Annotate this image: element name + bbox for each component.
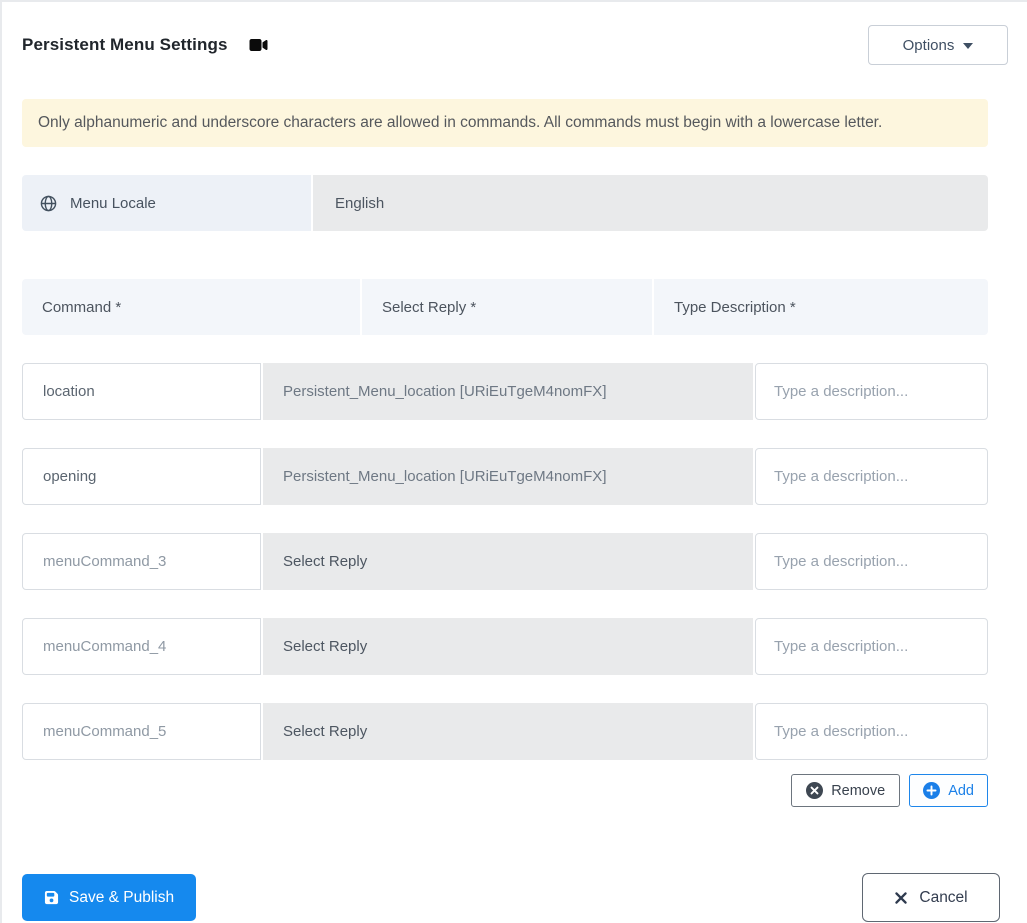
command-input[interactable] (22, 618, 261, 675)
options-button[interactable]: Options (868, 25, 1008, 65)
x-icon (894, 891, 908, 905)
description-input[interactable] (755, 703, 988, 760)
command-input[interactable] (22, 363, 261, 420)
alert-text: Only alphanumeric and underscore charact… (38, 114, 883, 131)
chevron-down-icon (963, 43, 974, 49)
remove-button[interactable]: Remove (791, 774, 901, 807)
reply-select[interactable]: Select Reply (263, 533, 753, 590)
menu-locale-label-text: Menu Locale (70, 194, 156, 212)
remove-button-label: Remove (831, 782, 886, 799)
save-publish-label: Save & Publish (69, 888, 175, 906)
footer: Save & Publish Cancel (22, 873, 1008, 922)
column-header-command: Command * (22, 279, 360, 335)
command-input[interactable] (22, 703, 261, 760)
video-camera-icon (247, 37, 270, 53)
options-button-label: Options (902, 36, 955, 54)
circle-x-icon (806, 782, 824, 799)
row-actions: Remove Add (22, 774, 988, 807)
save-icon (44, 890, 59, 905)
top-bar: Persistent Menu Settings Options (22, 24, 1008, 66)
table-row: Persistent_Menu_location [URiEuTgeM4nomF… (22, 448, 988, 505)
add-button-label: Add (948, 782, 974, 799)
command-rules-alert: Only alphanumeric and underscore charact… (22, 99, 988, 147)
persistent-menu-settings-panel: Persistent Menu Settings Options Only al… (0, 0, 1027, 923)
command-input[interactable] (22, 533, 261, 590)
column-header-type-description: Type Description * (654, 279, 988, 335)
table-row: Persistent_Menu_location [URiEuTgeM4nomF… (22, 363, 988, 420)
reply-select[interactable]: Select Reply (263, 703, 753, 760)
cancel-button-label: Cancel (919, 888, 968, 906)
save-publish-button[interactable]: Save & Publish (22, 874, 197, 921)
add-button[interactable]: Add (909, 774, 988, 807)
title-wrap: Persistent Menu Settings (22, 35, 270, 55)
column-header-select-reply: Select Reply * (362, 279, 652, 335)
description-input[interactable] (755, 533, 988, 590)
table-row: Select Reply (22, 618, 988, 675)
globe-icon (40, 195, 57, 212)
page-title: Persistent Menu Settings (22, 35, 228, 54)
reply-select[interactable]: Persistent_Menu_location [URiEuTgeM4nomF… (263, 448, 753, 505)
reply-select[interactable]: Persistent_Menu_location [URiEuTgeM4nomF… (263, 363, 753, 420)
description-input[interactable] (755, 363, 988, 420)
description-input[interactable] (755, 618, 988, 675)
table-row: Select Reply (22, 533, 988, 590)
table-header: Command * Select Reply * Type Descriptio… (22, 279, 988, 335)
circle-plus-icon (923, 782, 941, 799)
cancel-button[interactable]: Cancel (862, 873, 1000, 922)
reply-select[interactable]: Select Reply (263, 618, 753, 675)
menu-locale-label: Menu Locale (22, 175, 311, 231)
description-input[interactable] (755, 448, 988, 505)
command-input[interactable] (22, 448, 261, 505)
menu-locale-value: English (313, 175, 988, 231)
table-row: Select Reply (22, 703, 988, 760)
menu-locale-group: Menu Locale English (22, 175, 988, 231)
